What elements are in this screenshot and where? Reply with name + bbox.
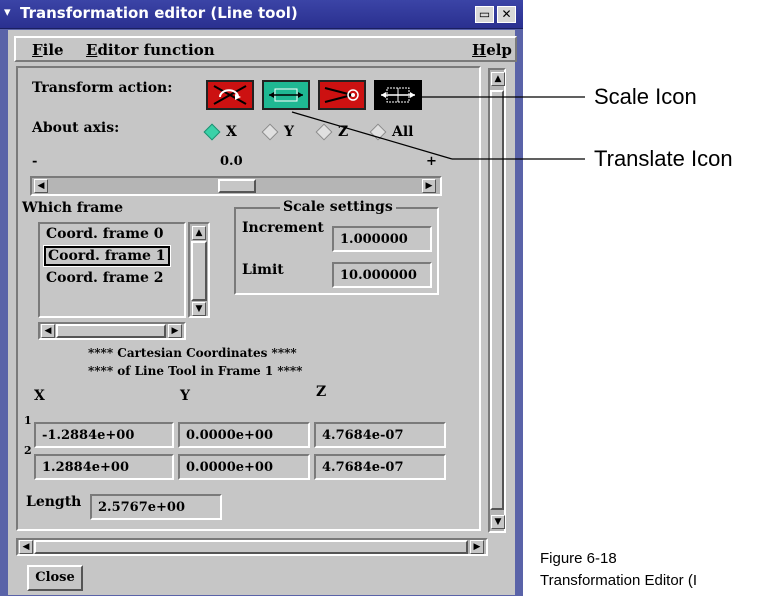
figure-caption: Transformation Editor (I bbox=[540, 572, 697, 589]
figure-number: Figure 6-18 bbox=[540, 550, 617, 567]
translate-icon-callout: Translate Icon bbox=[594, 146, 733, 171]
scale-icon-callout: Scale Icon bbox=[594, 84, 697, 109]
translate-callout-line-diag bbox=[291, 111, 453, 160]
